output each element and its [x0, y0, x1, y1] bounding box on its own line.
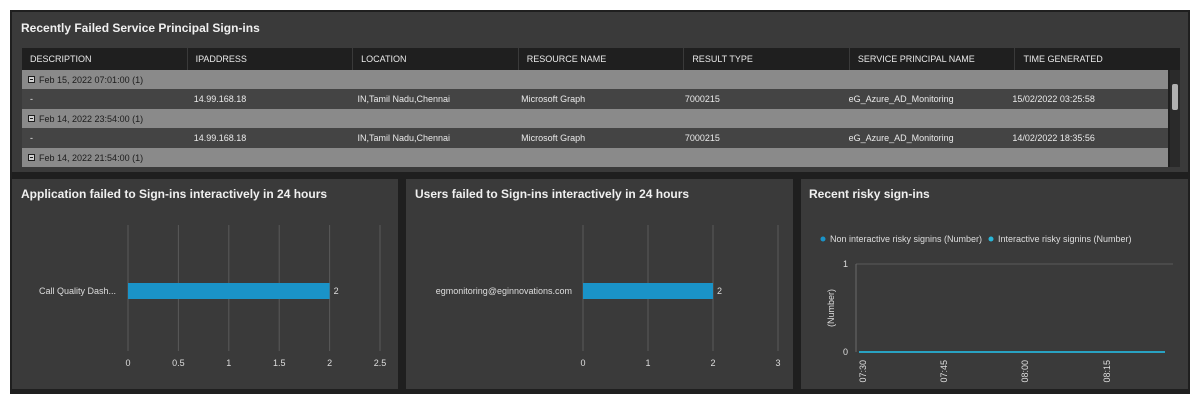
risky-sign-ins-panel: Recent risky sign-ins Non interactive ri…: [801, 179, 1188, 389]
table-scrollbar[interactable]: [1170, 70, 1180, 167]
x-tick-label: 08:00: [1020, 360, 1030, 383]
collapse-icon[interactable]: [28, 154, 35, 161]
scrollbar-thumb[interactable]: [1172, 84, 1178, 110]
table-cell: IN,Tamil Nadu,Chennai: [357, 94, 450, 104]
group-row[interactable]: Feb 14, 2022 23:54:00 (1): [22, 109, 1168, 128]
bar-value-label: 2: [334, 286, 339, 296]
column-header[interactable]: DESCRIPTION: [22, 48, 188, 70]
column-header[interactable]: LOCATION: [353, 48, 519, 70]
legend-marker: [988, 236, 994, 242]
table-header: DESCRIPTION IPADDRESS LOCATION RESOURCE NAM…: [22, 48, 1180, 70]
table-cell: 14.99.168.18: [193, 94, 247, 104]
table-cell: IN,Tamil Nadu,Chennai: [357, 133, 450, 143]
table-row[interactable]: - 14.99.168.18 IN,Tamil Nadu,Chennai Micros…: [22, 89, 1168, 109]
column-header[interactable]: RESOURCE NAME: [519, 48, 685, 70]
group-row[interactable]: Feb 15, 2022 07:01:00 (1): [22, 70, 1168, 89]
bar-value-label: 2: [717, 286, 722, 296]
column-header[interactable]: RESULT TYPE: [684, 48, 850, 70]
collapse-icon[interactable]: [28, 76, 35, 83]
x-tick-label: 3: [775, 358, 780, 368]
x-tick-label: 0: [125, 358, 130, 368]
legend-marker: [820, 236, 826, 242]
risky-line-chart: Non interactive risky signins (Number) In…: [820, 234, 1173, 383]
x-tick-label: 0: [580, 358, 585, 368]
y-axis-label: (Number): [826, 289, 836, 327]
column-header[interactable]: TIME GENERATED: [1015, 48, 1180, 70]
bar[interactable]: [128, 283, 330, 299]
page-frame: Recently Failed Service Principal Sign-i…: [0, 0, 1200, 404]
group-row[interactable]: Feb 14, 2022 21:54:00 (1): [22, 148, 1168, 167]
x-tick-label: 1.5: [273, 358, 286, 368]
bar[interactable]: [583, 283, 713, 299]
table-cell: 14/02/2022 18:35:56: [1012, 133, 1095, 143]
x-tick-label: 07:45: [939, 360, 949, 383]
group-label: Feb 14, 2022 21:54:00 (1): [39, 152, 144, 163]
x-tick-label: 0.5: [172, 358, 185, 368]
column-header[interactable]: IPADDRESS: [188, 48, 354, 70]
x-tick-label: 07:30: [858, 360, 868, 383]
app-bar-chart: 0 0.5 1 1.5 2 2.5 Call Quality Dash... 2: [39, 225, 387, 368]
panel-title: Recently Failed Service Principal Sign-i…: [21, 21, 260, 35]
users-bar-chart: 0 1 2 3 egmonitoring@eginnovations.com 2: [436, 225, 781, 368]
x-tick-label: 1: [645, 358, 650, 368]
dashboard: Recently Failed Service Principal Sign-i…: [10, 10, 1190, 394]
table-cell: -: [30, 94, 33, 104]
legend-label[interactable]: Non interactive risky signins (Number): [830, 234, 982, 244]
table-cell: 14.99.168.18: [193, 133, 247, 143]
x-tick-label: 1: [226, 358, 231, 368]
table-cell: 7000215: [684, 94, 720, 104]
x-tick-label: 08:15: [1102, 360, 1112, 383]
group-label: Feb 14, 2022 23:54:00 (1): [39, 113, 144, 124]
table-cell: 15/02/2022 03:25:58: [1012, 94, 1095, 104]
table-cell: Microsoft Graph: [521, 94, 586, 104]
collapse-icon[interactable]: [28, 115, 35, 122]
app-failed-panel: Application failed to Sign-ins interacti…: [12, 179, 398, 389]
users-failed-panel: Users failed to Sign-ins interactively i…: [406, 179, 793, 389]
table-cell: eG_Azure_AD_Monitoring: [848, 94, 954, 104]
table-cell: Microsoft Graph: [521, 133, 586, 143]
legend-label[interactable]: Interactive risky signins (Number): [998, 234, 1132, 244]
y-tick-label: 0: [843, 347, 848, 357]
table-row[interactable]: - 14.99.168.18 IN,Tamil Nadu,Chennai Micros…: [22, 128, 1168, 148]
group-label: Feb 15, 2022 07:01:00 (1): [39, 74, 144, 85]
table-cell: -: [30, 133, 33, 143]
x-tick-label: 2: [710, 358, 715, 368]
table-cell: 7000215: [684, 133, 720, 143]
table-cell: eG_Azure_AD_Monitoring: [848, 133, 954, 143]
category-label: Call Quality Dash...: [39, 286, 116, 296]
x-tick-label: 2: [327, 358, 332, 368]
category-label: egmonitoring@eginnovations.com: [436, 286, 572, 296]
column-header[interactable]: SERVICE PRINCIPAL NAME: [850, 48, 1016, 70]
y-tick-label: 1: [843, 259, 848, 269]
x-tick-label: 2.5: [374, 358, 387, 368]
table-body[interactable]: Feb 15, 2022 07:01:00 (1) -14.99.168.18 IN…: [22, 70, 1180, 167]
failed-sign-ins-panel: Recently Failed Service Principal Sign-i…: [12, 12, 1188, 172]
